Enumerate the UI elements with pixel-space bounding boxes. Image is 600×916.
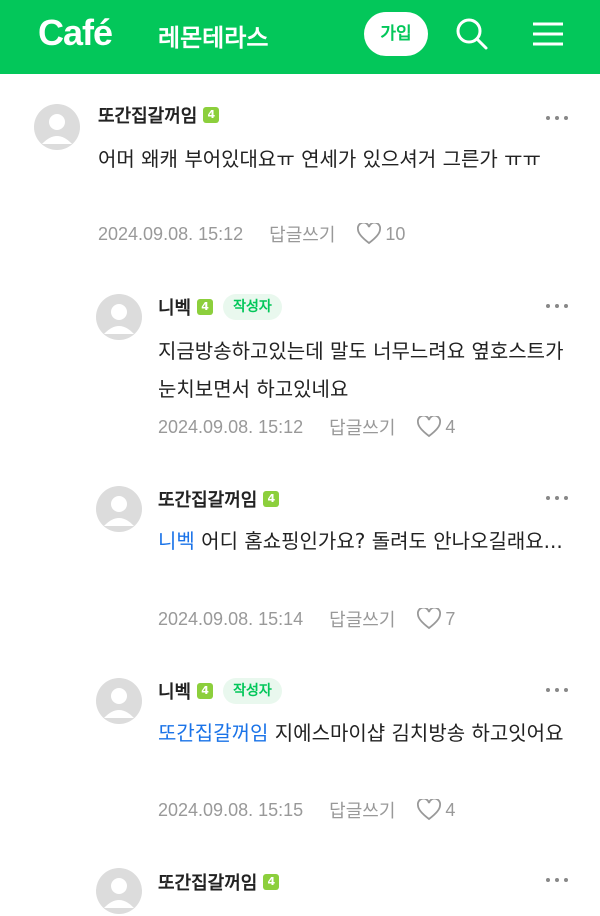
comment-nickname[interactable]: 또간집갈꺼임 (158, 869, 257, 895)
comment-nickname[interactable]: 니벡 (158, 294, 191, 320)
like-button[interactable]: 7 (417, 608, 455, 630)
reply-button[interactable]: 답글쓰기 (269, 221, 335, 247)
reply-button[interactable]: 답글쓰기 (329, 797, 395, 823)
comment-date: 2024.09.08. 15:12 (98, 223, 244, 244)
comment-text: 니벡 어디 홈쇼핑인가요? 돌려도 안나오길래요... (158, 529, 563, 553)
author-badge: 작성자 (223, 678, 282, 704)
like-button[interactable]: 10 (357, 223, 405, 245)
more-options-icon[interactable] (544, 870, 570, 890)
cafe-logo[interactable]: Café (38, 12, 113, 54)
member-level-badge: 4 (263, 491, 280, 507)
join-button[interactable]: 가입 (364, 12, 428, 56)
heart-icon (417, 416, 442, 438)
member-level-badge: 4 (203, 107, 220, 123)
reply-button[interactable]: 답글쓰기 (329, 414, 395, 440)
comment-nickname[interactable]: 또간집갈꺼임 (158, 486, 257, 512)
comment-date: 2024.09.08. 15:15 (158, 799, 304, 820)
avatar[interactable] (96, 868, 142, 914)
like-count: 7 (445, 608, 456, 629)
comment-text: 지금방송하고있는데 말도 너무느려요 옆호스트가 눈치보면서 하고있네요 (158, 339, 564, 401)
like-button[interactable]: 4 (417, 799, 455, 821)
more-options-icon[interactable] (544, 680, 570, 700)
heart-icon (417, 799, 442, 821)
comment-date: 2024.09.08. 15:14 (158, 608, 304, 629)
comment-text: 또간집갈꺼임 지에스마이샵 김치방송 하고잇어요 (158, 721, 564, 745)
member-level-badge: 4 (263, 874, 280, 890)
avatar[interactable] (96, 294, 142, 340)
avatar[interactable] (96, 678, 142, 724)
comment-nickname[interactable]: 니벡 (158, 678, 191, 704)
member-level-badge: 4 (197, 683, 214, 699)
comment-date: 2024.09.08. 15:12 (158, 416, 304, 437)
menu-icon[interactable] (528, 14, 568, 54)
comment-text: 어머 왜캐 부어있대요ㅠ 연세가 있으셔거 그른가 ㅠㅠ (98, 147, 541, 171)
heart-icon (357, 223, 382, 245)
heart-icon (417, 608, 442, 630)
like-count: 10 (385, 223, 406, 244)
cafe-name[interactable]: 레몬테라스 (158, 18, 268, 53)
like-count: 4 (445, 799, 456, 820)
more-options-icon[interactable] (544, 296, 570, 316)
like-count: 4 (445, 416, 456, 437)
app-header: Café 레몬테라스 가입 (0, 0, 600, 74)
author-badge: 작성자 (223, 294, 282, 320)
like-button[interactable]: 4 (417, 416, 455, 438)
mention-link[interactable]: 또간집갈꺼임 (158, 721, 268, 745)
avatar[interactable] (96, 486, 142, 532)
more-options-icon[interactable] (544, 108, 570, 128)
reply-button[interactable]: 답글쓰기 (329, 606, 395, 632)
member-level-badge: 4 (197, 299, 214, 315)
search-icon[interactable] (452, 14, 492, 54)
comment-nickname[interactable]: 또간집갈꺼임 (98, 102, 197, 128)
mention-link[interactable]: 니벡 (158, 529, 195, 553)
more-options-icon[interactable] (544, 488, 570, 508)
avatar[interactable] (34, 104, 80, 150)
